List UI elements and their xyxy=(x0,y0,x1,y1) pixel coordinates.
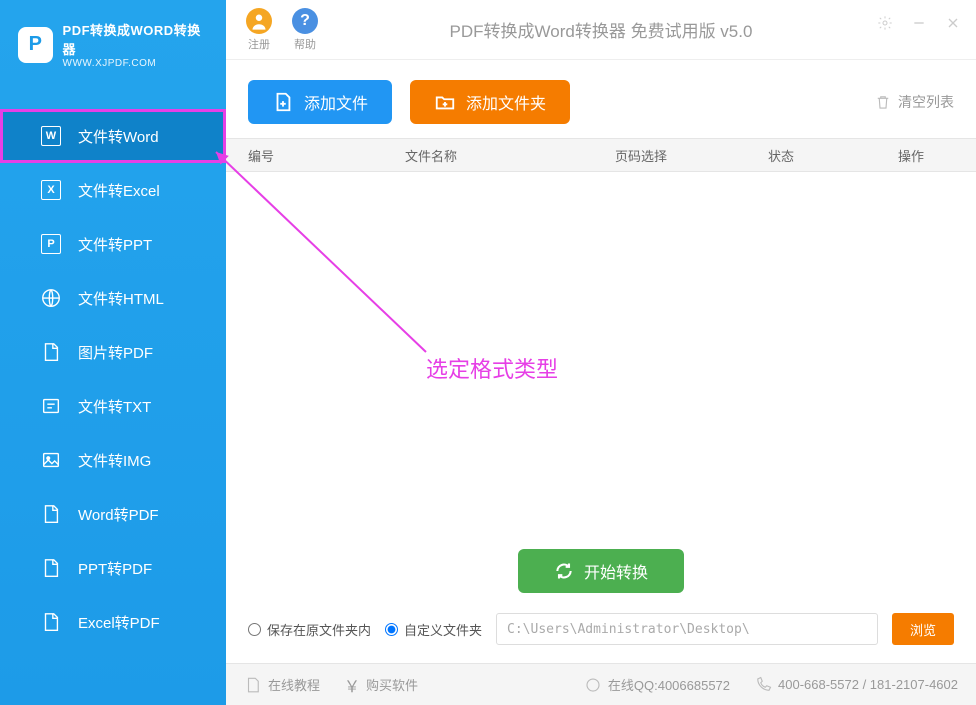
help-button[interactable]: ? 帮助 xyxy=(292,8,318,52)
image-icon xyxy=(40,449,62,471)
file-plus-icon xyxy=(272,91,294,113)
logo-subtitle: WWW.XJPDF.COM xyxy=(63,58,208,69)
nav-label: Word转PDF xyxy=(78,504,159,525)
nav-label: 文件转Excel xyxy=(78,180,160,201)
logo-text: PDF转换成WORD转换器 WWW.XJPDF.COM xyxy=(63,20,208,69)
nav-label: 文件转Word xyxy=(78,126,159,147)
yen-icon: ￥ xyxy=(344,673,360,697)
file-icon xyxy=(244,676,262,694)
table-body: 选定格式类型 xyxy=(226,172,976,539)
nav-label: 文件转HTML xyxy=(78,288,164,309)
settings-button[interactable] xyxy=(877,15,893,31)
phone-label: 400-668-5572 / 181-2107-4602 xyxy=(778,677,958,692)
help-label: 帮助 xyxy=(294,36,316,52)
path-input[interactable] xyxy=(496,613,878,645)
clear-list-label: 清空列表 xyxy=(898,92,954,112)
nav-item-ppt[interactable]: P 文件转PPT xyxy=(0,217,226,271)
nav-label: Excel转PDF xyxy=(78,612,160,633)
trash-icon xyxy=(874,93,892,111)
nav-item-txt[interactable]: 文件转TXT xyxy=(0,379,226,433)
tutorial-link[interactable]: 在线教程 xyxy=(244,675,320,694)
logo-area: P PDF转换成WORD转换器 WWW.XJPDF.COM xyxy=(0,0,226,89)
save-bar: 保存在原文件夹内 自定义文件夹 浏览 xyxy=(226,613,976,663)
folder-plus-icon xyxy=(434,91,456,113)
radio-same-folder[interactable]: 保存在原文件夹内 xyxy=(248,620,371,639)
ppt-icon: P xyxy=(40,233,62,255)
convert-bar: 开始转换 xyxy=(226,539,976,613)
nav-label: PPT转PDF xyxy=(78,558,152,579)
main-area: 注册 ? 帮助 PDF转换成Word转换器 免费试用版 v5.0 添加文件 xyxy=(226,0,976,705)
th-status: 状态 xyxy=(716,146,846,165)
th-name: 文件名称 xyxy=(296,146,566,165)
user-icon xyxy=(246,8,272,34)
app-title: PDF转换成Word转换器 免费试用版 v5.0 xyxy=(450,17,753,42)
nav-label: 文件转PPT xyxy=(78,234,152,255)
phone-icon xyxy=(754,676,772,694)
help-icon: ? xyxy=(292,8,318,34)
radio-custom-input[interactable] xyxy=(385,623,398,636)
pdf-icon xyxy=(40,341,62,363)
word-icon: W xyxy=(40,125,62,147)
titlebar-left: 注册 ? 帮助 xyxy=(246,8,318,52)
minimize-button[interactable] xyxy=(911,15,927,31)
browse-button[interactable]: 浏览 xyxy=(892,613,954,645)
logo-title: PDF转换成WORD转换器 xyxy=(63,20,208,58)
nav-label: 图片转PDF xyxy=(78,342,153,363)
nav-label: 文件转TXT xyxy=(78,396,151,417)
nav-item-excel[interactable]: X 文件转Excel xyxy=(0,163,226,217)
register-button[interactable]: 注册 xyxy=(246,8,272,52)
refresh-icon xyxy=(554,561,574,581)
sidebar: P PDF转换成WORD转换器 WWW.XJPDF.COM W 文件转Word … xyxy=(0,0,226,705)
qq-label: 在线QQ:4006685572 xyxy=(608,675,730,694)
qq-contact[interactable]: 在线QQ:4006685572 xyxy=(584,675,730,694)
pdf-icon xyxy=(40,557,62,579)
nav-item-img2pdf[interactable]: 图片转PDF xyxy=(0,325,226,379)
add-file-button[interactable]: 添加文件 xyxy=(248,80,392,124)
convert-label: 开始转换 xyxy=(584,559,648,583)
th-action: 操作 xyxy=(846,146,976,165)
toolbar: 添加文件 添加文件夹 清空列表 xyxy=(226,60,976,138)
statusbar: 在线教程 ￥ 购买软件 在线QQ:4006685572 400-668-5572… xyxy=(226,663,976,705)
tutorial-label: 在线教程 xyxy=(268,675,320,694)
clear-list-button[interactable]: 清空列表 xyxy=(874,92,954,112)
radio-same-label: 保存在原文件夹内 xyxy=(267,620,371,639)
pdf-icon xyxy=(40,503,62,525)
add-folder-button[interactable]: 添加文件夹 xyxy=(410,80,570,124)
txt-icon xyxy=(40,395,62,417)
add-folder-label: 添加文件夹 xyxy=(466,90,546,114)
titlebar: 注册 ? 帮助 PDF转换成Word转换器 免费试用版 v5.0 xyxy=(226,0,976,60)
purchase-label: 购买软件 xyxy=(366,675,418,694)
nav-item-excel2pdf[interactable]: Excel转PDF xyxy=(0,595,226,649)
nav-item-img[interactable]: 文件转IMG xyxy=(0,433,226,487)
th-num: 编号 xyxy=(226,146,296,165)
purchase-link[interactable]: ￥ 购买软件 xyxy=(344,673,418,697)
table-header: 编号 文件名称 页码选择 状态 操作 xyxy=(226,138,976,172)
radio-custom-label: 自定义文件夹 xyxy=(404,620,482,639)
nav-label: 文件转IMG xyxy=(78,450,151,471)
close-button[interactable] xyxy=(945,15,961,31)
nav-item-html[interactable]: 文件转HTML xyxy=(0,271,226,325)
nav-list: W 文件转Word X 文件转Excel P 文件转PPT 文件转HTML 图片… xyxy=(0,89,226,705)
radio-same-input[interactable] xyxy=(248,623,261,636)
register-label: 注册 xyxy=(248,36,270,52)
th-page: 页码选择 xyxy=(566,146,716,165)
radio-custom-folder[interactable]: 自定义文件夹 xyxy=(385,620,482,639)
nav-item-word2pdf[interactable]: Word转PDF xyxy=(0,487,226,541)
nav-item-ppt2pdf[interactable]: PPT转PDF xyxy=(0,541,226,595)
add-file-label: 添加文件 xyxy=(304,90,368,114)
excel-icon: X xyxy=(40,179,62,201)
app-window: P PDF转换成WORD转换器 WWW.XJPDF.COM W 文件转Word … xyxy=(0,0,976,705)
annotation-text: 选定格式类型 xyxy=(426,352,558,384)
pdf-icon xyxy=(40,611,62,633)
globe-icon xyxy=(40,287,62,309)
chat-icon xyxy=(584,676,602,694)
convert-button[interactable]: 开始转换 xyxy=(518,549,684,593)
logo-icon: P xyxy=(18,27,53,63)
nav-item-word[interactable]: W 文件转Word xyxy=(0,109,226,163)
window-controls xyxy=(877,15,961,31)
phone-contact[interactable]: 400-668-5572 / 181-2107-4602 xyxy=(754,676,958,694)
